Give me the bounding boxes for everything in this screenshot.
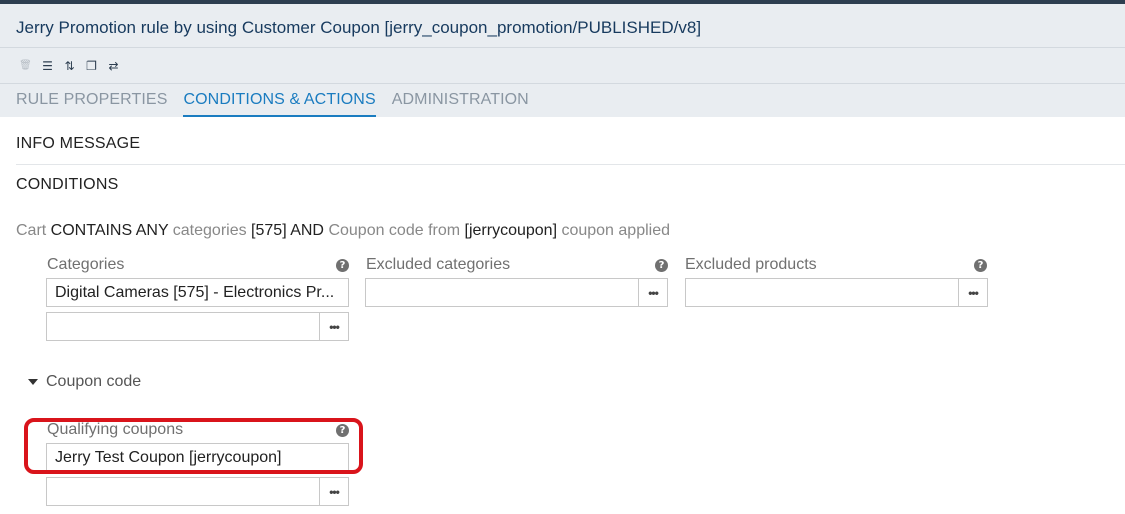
- excluded-categories-label: Excluded categories: [366, 256, 511, 273]
- header: Jerry Promotion rule by using Customer C…: [0, 4, 1125, 117]
- tab-conditions-actions[interactable]: CONDITIONS & ACTIONS: [183, 91, 376, 117]
- excluded-categories-input[interactable]: [365, 278, 640, 307]
- excluded-categories-picker-button[interactable]: •••: [638, 278, 668, 307]
- page-title: Jerry Promotion rule by using Customer C…: [16, 18, 702, 37]
- trash-icon[interactable]: 🗑: [18, 58, 33, 74]
- sync-icon[interactable]: ⇅: [62, 58, 77, 74]
- categories-input[interactable]: [46, 312, 321, 341]
- qualifying-coupons-input[interactable]: [46, 477, 321, 506]
- tab-rule-properties[interactable]: RULE PROPERTIES: [16, 91, 167, 117]
- help-icon[interactable]: ?: [336, 259, 349, 272]
- excluded-products-input[interactable]: [685, 278, 960, 307]
- tab-bar: RULE PROPERTIES CONDITIONS & ACTIONS ADM…: [16, 91, 529, 117]
- categories-selected-value[interactable]: Digital Cameras [575] - Electronics Pr..…: [46, 278, 349, 307]
- excluded-products-label: Excluded products: [685, 256, 817, 273]
- section-divider: [16, 164, 1125, 165]
- info-message-heading[interactable]: INFO MESSAGE: [16, 135, 140, 153]
- coupon-code-label: Coupon code: [46, 373, 142, 390]
- categories-picker-button[interactable]: •••: [319, 312, 349, 341]
- excluded-products-picker-button[interactable]: •••: [958, 278, 988, 307]
- header-divider: [0, 47, 1125, 48]
- copy-icon[interactable]: ❐: [84, 58, 99, 74]
- toolbar: 🗑 ☰ ⇅ ❐ ⇄: [18, 56, 121, 76]
- highlight-annotation: [24, 418, 363, 474]
- tab-administration[interactable]: ADMINISTRATION: [392, 91, 529, 117]
- compare-icon[interactable]: ⇄: [106, 58, 121, 74]
- help-icon[interactable]: ?: [655, 259, 668, 272]
- condition-summary: Cart CONTAINS ANY categories [575] AND C…: [16, 222, 670, 239]
- caret-down-icon: [28, 379, 38, 385]
- toolbar-divider: [0, 83, 1125, 84]
- conditions-heading[interactable]: CONDITIONS: [16, 176, 118, 194]
- coupon-code-toggle[interactable]: Coupon code: [28, 373, 141, 391]
- help-icon[interactable]: ?: [974, 259, 987, 272]
- database-icon[interactable]: ☰: [40, 58, 55, 74]
- qualifying-coupons-picker-button[interactable]: •••: [319, 477, 349, 506]
- categories-label: Categories: [47, 256, 125, 273]
